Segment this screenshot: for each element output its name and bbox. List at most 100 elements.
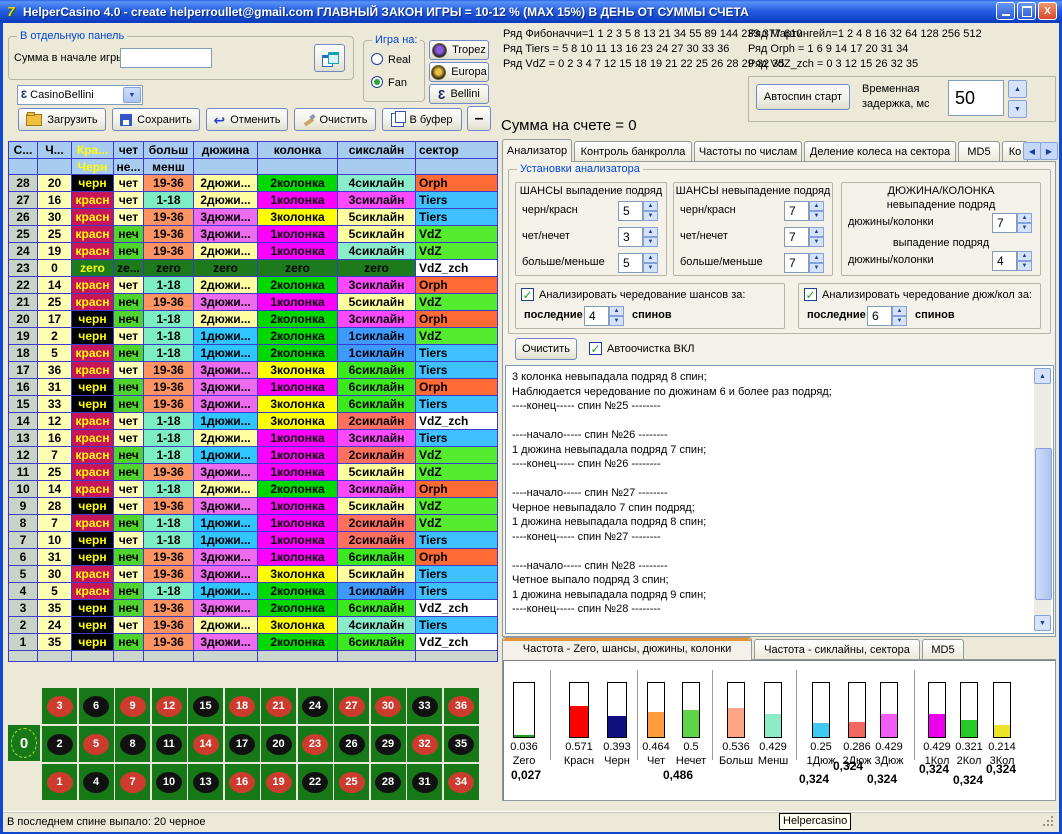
black-red-hit-spinner[interactable]: 5▲▼ <box>618 201 658 221</box>
tab-scroll-right-icon[interactable]: ▶ <box>1040 142 1058 160</box>
minimize-button[interactable] <box>996 2 1015 20</box>
spinner-down-icon[interactable]: ▼ <box>643 237 658 247</box>
log-scrollbar[interactable]: ▲ ▼ <box>1034 368 1051 631</box>
roulette-number-29[interactable]: 29 <box>371 726 406 762</box>
spinner-up-icon[interactable]: ▲ <box>643 201 658 211</box>
roulette-number-12[interactable]: 12 <box>152 688 187 724</box>
scroll-up-icon[interactable]: ▲ <box>1034 368 1051 384</box>
resize-grip[interactable] <box>1043 816 1055 828</box>
spinner-down-icon[interactable]: ▼ <box>892 316 907 326</box>
spinner-up-icon[interactable]: ▲ <box>1017 251 1032 261</box>
roulette-number-14[interactable]: 14 <box>188 726 223 762</box>
radio-real[interactable] <box>371 53 383 65</box>
roulette-number-15[interactable]: 15 <box>188 688 223 724</box>
alternation-dozen-checkbox[interactable]: ✓ <box>804 288 817 301</box>
roulette-number-4[interactable]: 4 <box>79 764 114 800</box>
spinner-down-icon[interactable]: ▼ <box>1017 223 1032 233</box>
roulette-number-35[interactable]: 35 <box>444 726 479 762</box>
delay-input[interactable]: 50 <box>948 80 1004 116</box>
dozen-hit-spinner[interactable]: 4▲▼ <box>992 251 1032 271</box>
roulette-number-33[interactable]: 33 <box>407 688 442 724</box>
roulette-number-6[interactable]: 6 <box>79 688 114 724</box>
last-spins-spinner[interactable]: 4▲▼ <box>584 306 624 326</box>
dozen-miss-spinner[interactable]: 7▲▼ <box>992 213 1032 233</box>
roulette-number-11[interactable]: 11 <box>152 726 187 762</box>
detach-panel-button[interactable] <box>314 44 345 72</box>
spinner-up-icon[interactable]: ▲ <box>809 201 824 211</box>
bellini-button[interactable]: 3Bellini <box>429 84 489 104</box>
spinner-down-icon[interactable]: ▼ <box>809 237 824 247</box>
roulette-number-23[interactable]: 23 <box>298 726 333 762</box>
start-sum-input[interactable] <box>120 48 212 68</box>
spinner-up-icon[interactable]: ▲ <box>643 253 658 263</box>
spinner-down-icon[interactable]: ▼ <box>643 211 658 221</box>
spinner-down-icon[interactable]: ▼ <box>809 211 824 221</box>
analyzer-tab-1[interactable]: Анализатор <box>502 139 572 162</box>
spinner-up-icon[interactable]: ▲ <box>643 227 658 237</box>
alternation-chances-checkbox[interactable]: ✓ <box>521 288 534 301</box>
analyzer-tab-5[interactable]: MD5 <box>958 141 1000 161</box>
roulette-number-28[interactable]: 28 <box>371 764 406 800</box>
spinner-down-icon[interactable]: ▼ <box>1017 261 1032 271</box>
analyzer-log[interactable]: 3 колонка невыпадала подряд 8 спин; Набл… <box>505 365 1054 634</box>
chevron-down-icon[interactable]: ▼ <box>123 87 141 103</box>
roulette-number-7[interactable]: 7 <box>115 764 150 800</box>
roulette-number-36[interactable]: 36 <box>444 688 479 724</box>
roulette-number-5[interactable]: 5 <box>79 726 114 762</box>
roulette-number-31[interactable]: 31 <box>407 764 442 800</box>
to-buffer-button[interactable]: В буфер <box>382 108 462 131</box>
undo-button[interactable]: ↩Отменить <box>206 108 288 131</box>
analyzer-clear-button[interactable]: Очистить <box>515 338 577 360</box>
collapse-button[interactable]: – <box>467 106 491 131</box>
spinner-down-icon[interactable]: ▼ <box>809 263 824 273</box>
tropez-button[interactable]: Tropez <box>429 40 489 60</box>
roulette-number-21[interactable]: 21 <box>261 688 296 724</box>
even-odd-miss-spinner[interactable]: 7▲▼ <box>784 227 824 247</box>
spinner-down-icon[interactable]: ▼ <box>609 316 624 326</box>
spinner-down-icon[interactable]: ▼ <box>643 263 658 273</box>
analyzer-tab-2[interactable]: Контроль банкролла <box>574 141 692 161</box>
roulette-number-20[interactable]: 20 <box>261 726 296 762</box>
roulette-number-18[interactable]: 18 <box>225 688 260 724</box>
roulette-number-34[interactable]: 34 <box>444 764 479 800</box>
roulette-number-17[interactable]: 17 <box>225 726 260 762</box>
roulette-number-19[interactable]: 19 <box>261 764 296 800</box>
spinner-up-icon[interactable]: ▲ <box>609 306 624 316</box>
roulette-number-3[interactable]: 3 <box>42 688 77 724</box>
last-dozen-spins-spinner[interactable]: 6▲▼ <box>867 306 907 326</box>
analyzer-tab-3[interactable]: Частоты по числам <box>694 141 802 161</box>
roulette-number-0[interactable]: 0 <box>8 725 40 761</box>
black-red-miss-spinner[interactable]: 7▲▼ <box>784 201 824 221</box>
title-bar[interactable]: 7 HelperCasino 4.0 - create helperroulle… <box>0 0 1062 23</box>
autoclear-checkbox[interactable]: ✓ <box>589 342 602 355</box>
frequency-tab-2[interactable]: Частота - сиклайны, сектора <box>754 639 920 659</box>
spinner-up-icon[interactable]: ▲ <box>1017 213 1032 223</box>
roulette-number-1[interactable]: 1 <box>42 764 77 800</box>
europa-button[interactable]: Europa <box>429 62 489 82</box>
roulette-number-24[interactable]: 24 <box>298 688 333 724</box>
high-low-miss-spinner[interactable]: 7▲▼ <box>784 253 824 273</box>
frequency-tab-1[interactable]: Частота - Zero, шансы, дюжины, колонки <box>502 637 752 660</box>
delay-down-button[interactable]: ▼ <box>1008 100 1027 118</box>
roulette-number-26[interactable]: 26 <box>334 726 369 762</box>
tab-scroll-left-icon[interactable]: ◀ <box>1023 142 1041 160</box>
analyzer-tab-4[interactable]: Деление колеса на сектора <box>804 141 956 161</box>
roulette-number-27[interactable]: 27 <box>334 688 369 724</box>
roulette-number-25[interactable]: 25 <box>334 764 369 800</box>
roulette-number-13[interactable]: 13 <box>188 764 223 800</box>
radio-fan-label[interactable]: Fan <box>388 77 407 89</box>
roulette-number-32[interactable]: 32 <box>407 726 442 762</box>
scroll-down-icon[interactable]: ▼ <box>1034 615 1051 631</box>
roulette-number-22[interactable]: 22 <box>298 764 333 800</box>
high-low-hit-spinner[interactable]: 5▲▼ <box>618 253 658 273</box>
load-button[interactable]: Загрузить <box>18 108 106 131</box>
roulette-number-9[interactable]: 9 <box>115 688 150 724</box>
roulette-number-2[interactable]: 2 <box>42 726 77 762</box>
clear-button[interactable]: Очистить <box>294 108 376 131</box>
roulette-number-16[interactable]: 16 <box>225 764 260 800</box>
save-button[interactable]: Сохранить <box>112 108 200 131</box>
frequency-tab-3[interactable]: MD5 <box>922 639 964 659</box>
radio-fan[interactable] <box>371 76 383 88</box>
spinner-up-icon[interactable]: ▲ <box>892 306 907 316</box>
spinner-up-icon[interactable]: ▲ <box>809 253 824 263</box>
